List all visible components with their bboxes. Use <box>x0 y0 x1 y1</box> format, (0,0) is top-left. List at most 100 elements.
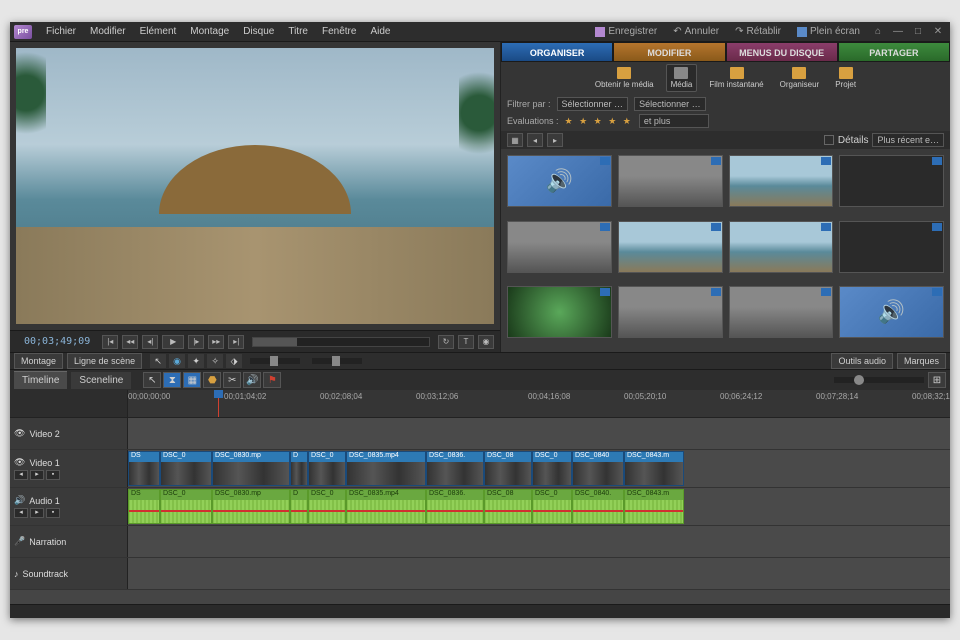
track-content[interactable]: DSDSC_0DSC_0830.mpDDSC_0DSC_0835.mp4DSC_… <box>128 450 950 487</box>
marker-tool[interactable]: ⬣ <box>203 372 221 388</box>
frame-back-button[interactable]: ◂| <box>142 335 158 349</box>
track-toggle[interactable]: ▸ <box>30 470 44 480</box>
tab-share[interactable]: PARTAGER <box>838 42 950 62</box>
music-icon[interactable]: ♪ <box>14 569 19 579</box>
timeline-clip[interactable]: DSC_0830.mp <box>212 451 290 486</box>
media-thumb[interactable] <box>839 286 944 338</box>
minimize-button[interactable]: — <box>890 26 906 38</box>
safe-margins-button[interactable]: T <box>458 335 474 349</box>
scrub-bar[interactable] <box>252 337 430 347</box>
save-button[interactable]: Enregistrer <box>589 24 663 39</box>
timeline-clip[interactable]: DSC_08 <box>484 451 532 486</box>
media-thumb[interactable] <box>839 221 944 273</box>
track-header[interactable]: 👁Video 1 ◂▸▪ <box>10 450 128 487</box>
menu-edit[interactable]: Modifier <box>84 23 132 40</box>
zoom-slider[interactable] <box>834 377 924 383</box>
timeline-clip[interactable]: D <box>290 489 308 524</box>
media-thumb[interactable] <box>618 286 723 338</box>
menu-file[interactable]: Fichier <box>40 23 82 40</box>
timeline-clip[interactable]: DSC_0 <box>532 451 572 486</box>
track-header[interactable]: ♪Soundtrack <box>10 558 128 589</box>
sort-select[interactable]: Plus récent e… <box>872 133 944 147</box>
sceneline-tab[interactable]: Ligne de scène <box>67 353 142 369</box>
timeline-clip[interactable]: DSC_0835.mp4 <box>346 451 426 486</box>
details-checkbox[interactable] <box>824 135 834 145</box>
menu-disc[interactable]: Disque <box>237 23 280 40</box>
zoom-fit-button[interactable]: ⊞ <box>928 372 946 388</box>
snap-toggle[interactable]: ▦ <box>183 372 201 388</box>
media-thumb[interactable] <box>729 155 834 207</box>
track-header[interactable]: 👁Video 2 <box>10 418 128 449</box>
media-thumb[interactable] <box>729 221 834 273</box>
track-toggle[interactable]: ▪ <box>46 508 60 518</box>
track-toggle[interactable]: ◂ <box>14 508 28 518</box>
smart-tool[interactable]: ✦ <box>188 354 204 368</box>
media-thumb[interactable] <box>507 286 612 338</box>
media-thumb[interactable] <box>618 221 723 273</box>
tab-organize[interactable]: ORGANISER <box>501 42 613 62</box>
menu-window[interactable]: Fenêtre <box>316 23 362 40</box>
fullscreen-button[interactable]: Plein écran <box>791 24 866 39</box>
track-toggle[interactable]: ◂ <box>14 470 28 480</box>
snapshot-button[interactable]: ◉ <box>478 335 494 349</box>
show-audio-button[interactable]: ▸ <box>547 133 563 147</box>
timeline-clip[interactable]: DSC_0 <box>308 489 346 524</box>
timeline-clip[interactable]: DS <box>128 451 160 486</box>
timeline-clip[interactable]: DSC_0840. <box>572 489 624 524</box>
time-stretch-tool[interactable]: ⧗ <box>163 372 181 388</box>
timeline-clip[interactable]: DSC_0835.mp4 <box>346 489 426 524</box>
pointer-tool[interactable]: ↖ <box>143 372 161 388</box>
redo-button[interactable]: ↷Rétablir <box>729 24 787 39</box>
playhead[interactable] <box>218 390 219 417</box>
add-marker-tool[interactable]: ⚑ <box>263 372 281 388</box>
timeline-clip[interactable]: DS <box>128 489 160 524</box>
home-button[interactable]: ⌂ <box>870 26 886 38</box>
get-media-button[interactable]: Obtenir le média <box>591 65 658 91</box>
filter-select-1[interactable]: Sélectionner … <box>557 97 629 111</box>
timeline-clip[interactable]: DSC_0 <box>532 489 572 524</box>
close-button[interactable]: ✕ <box>930 26 946 38</box>
frame-fwd-button[interactable]: |▸ <box>188 335 204 349</box>
timeline-clip[interactable]: DSC_0830.mp <box>212 489 290 524</box>
filter-select-2[interactable]: Sélectionner … <box>634 97 706 111</box>
media-thumb[interactable] <box>618 155 723 207</box>
track-content[interactable] <box>128 418 950 449</box>
split-tool[interactable]: ✂ <box>223 372 241 388</box>
organizer-button[interactable]: Organiseur <box>776 65 824 91</box>
audio-toggle[interactable]: 🔊 <box>243 372 261 388</box>
menu-title[interactable]: Titre <box>282 23 314 40</box>
show-video-button[interactable]: ◂ <box>527 133 543 147</box>
timeline-clip[interactable]: DSC_0836. <box>426 489 484 524</box>
transitions-tool[interactable]: ⬗ <box>226 354 242 368</box>
track-toggle[interactable]: ▸ <box>30 508 44 518</box>
eye-icon[interactable]: 👁 <box>14 428 25 439</box>
track-toggle[interactable]: ▪ <box>46 470 60 480</box>
rating-mode-select[interactable]: et plus <box>639 114 709 128</box>
timeline-clip[interactable]: DSC_0 <box>160 489 212 524</box>
effects-tool[interactable]: ✧ <box>207 354 223 368</box>
timeline-clip[interactable]: DSC_0836. <box>426 451 484 486</box>
sceneline-view-tab[interactable]: Sceneline <box>71 372 131 389</box>
time-ruler[interactable]: 00;00;00;00 00;01;04;02 00;02;08;04 00;0… <box>10 390 950 418</box>
timeline-clip[interactable]: DSC_0 <box>308 451 346 486</box>
loop-button[interactable]: ↻ <box>438 335 454 349</box>
eye-icon[interactable]: 👁 <box>14 457 25 468</box>
menu-sequence[interactable]: Montage <box>184 23 235 40</box>
timeline-tab[interactable]: Timeline <box>14 371 67 389</box>
track-content[interactable] <box>128 558 950 589</box>
menu-help[interactable]: Aide <box>364 23 396 40</box>
project-button[interactable]: Projet <box>831 65 860 91</box>
play-button[interactable]: ▶ <box>162 335 184 349</box>
timeline-clip[interactable]: DSC_0843.m <box>624 489 684 524</box>
instant-movie-button[interactable]: Film instantané <box>705 65 767 91</box>
markers-button[interactable]: Marques <box>897 353 946 369</box>
volume-slider[interactable] <box>312 358 362 364</box>
montage-tab[interactable]: Montage <box>14 353 63 369</box>
menu-clip[interactable]: Elément <box>134 23 183 40</box>
timeline-clip[interactable]: DSC_0840 <box>572 451 624 486</box>
audio-tools-button[interactable]: Outils audio <box>831 353 893 369</box>
media-thumb[interactable] <box>507 155 612 207</box>
maximize-button[interactable]: □ <box>910 26 926 38</box>
mic-icon[interactable]: 🎤 <box>14 536 25 547</box>
media-thumb[interactable] <box>729 286 834 338</box>
